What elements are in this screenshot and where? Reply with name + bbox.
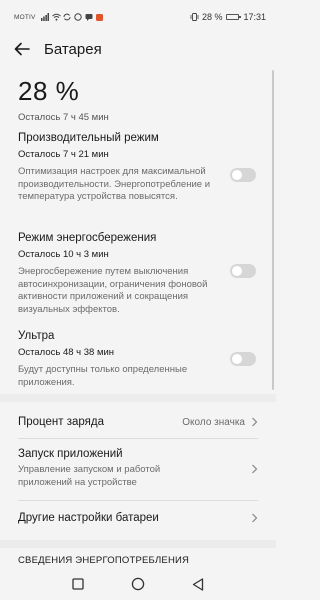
charge-percent-row[interactable]: Процент заряда Около значка: [18, 410, 258, 434]
mode-remaining: Осталось 10 ч 3 мин: [18, 249, 109, 260]
performance-mode-toggle[interactable]: [230, 168, 256, 182]
mode-remaining: Осталось 7 ч 21 мин: [18, 149, 109, 160]
circle-icon: [131, 577, 145, 591]
home-button[interactable]: [131, 577, 145, 591]
scrollbar[interactable]: [272, 70, 274, 390]
back-button[interactable]: [14, 38, 36, 60]
row-label: Другие настройки батареи: [18, 512, 159, 524]
page-title: Батарея: [44, 40, 102, 58]
row-separator: [18, 500, 258, 501]
signal-icon: [40, 13, 49, 21]
app-header: Батарея: [0, 34, 276, 64]
toggle-knob: [232, 266, 242, 276]
status-right: 28 % 17:31: [190, 12, 266, 22]
mode-description: Энергосбережение путем выключения автоси…: [18, 266, 208, 315]
app-launch-row[interactable]: Запуск приложений Управление запуском и …: [18, 444, 258, 494]
arrow-left-icon: [14, 42, 30, 56]
clock: 17:31: [243, 12, 266, 22]
whatsapp-icon: [73, 13, 82, 21]
status-bar: MOTIV 28 % 17:31: [0, 0, 276, 34]
square-icon: [72, 578, 84, 590]
section-divider: [0, 540, 276, 548]
section-divider: [0, 394, 276, 402]
mode-title: Ультра: [18, 330, 55, 342]
power-saving-mode: Режим энергосбережения Осталось 10 ч 3 м…: [18, 232, 258, 316]
row-separator: [18, 438, 258, 439]
chevron-right-icon: [252, 417, 258, 427]
recents-button[interactable]: [71, 577, 85, 591]
back-nav-button[interactable]: [191, 577, 205, 591]
ultra-mode: Ультра Осталось 48 ч 38 мин Будут доступ…: [18, 330, 258, 389]
toggle-knob: [232, 170, 242, 180]
chevron-right-icon: [252, 513, 258, 523]
status-left: MOTIV: [14, 13, 103, 21]
row-text: Запуск приложений Управление запуском и …: [18, 444, 198, 489]
power-saving-mode-toggle[interactable]: [230, 264, 256, 278]
row-description: Управление запуском и работой приложений…: [18, 464, 161, 488]
row-right: Около значка: [182, 417, 258, 428]
battery-icon: [226, 14, 242, 20]
battery-percent-large: 28 %: [18, 76, 80, 106]
chevron-right-icon: [252, 464, 258, 474]
app-icon: [95, 13, 103, 21]
mode-title: Режим энергосбережения: [18, 232, 157, 244]
toggle-knob: [232, 354, 242, 364]
triangle-back-icon: [192, 577, 204, 591]
wifi-icon: [51, 13, 61, 21]
vibrate-icon: [190, 13, 199, 21]
mode-description: Оптимизация настроек для максимальной пр…: [18, 166, 210, 203]
mode-title: Производительный режим: [18, 132, 159, 144]
row-value: Около значка: [182, 416, 245, 428]
row-label: Процент заряда: [18, 416, 104, 428]
mode-remaining: Осталось 48 ч 38 мин: [18, 347, 115, 358]
message-icon: [85, 13, 93, 21]
navigation-bar: [0, 568, 276, 600]
battery-remaining: Осталось 7 ч 45 мин: [18, 112, 109, 123]
row-label: Запуск приложений: [18, 448, 123, 460]
battery-percent-text: 28 %: [201, 12, 223, 22]
section-header: СВЕДЕНИЯ ЭНЕРГОПОТРЕБЛЕНИЯ: [18, 555, 190, 566]
carrier-label: MOTIV: [14, 13, 36, 21]
ultra-mode-toggle[interactable]: [230, 352, 256, 366]
mode-description: Будут доступны только определенные прило…: [18, 364, 188, 388]
performance-mode: Производительный режим Осталось 7 ч 21 м…: [18, 132, 258, 204]
sync-icon: [63, 13, 71, 21]
other-battery-settings-row[interactable]: Другие настройки батареи: [18, 506, 258, 530]
